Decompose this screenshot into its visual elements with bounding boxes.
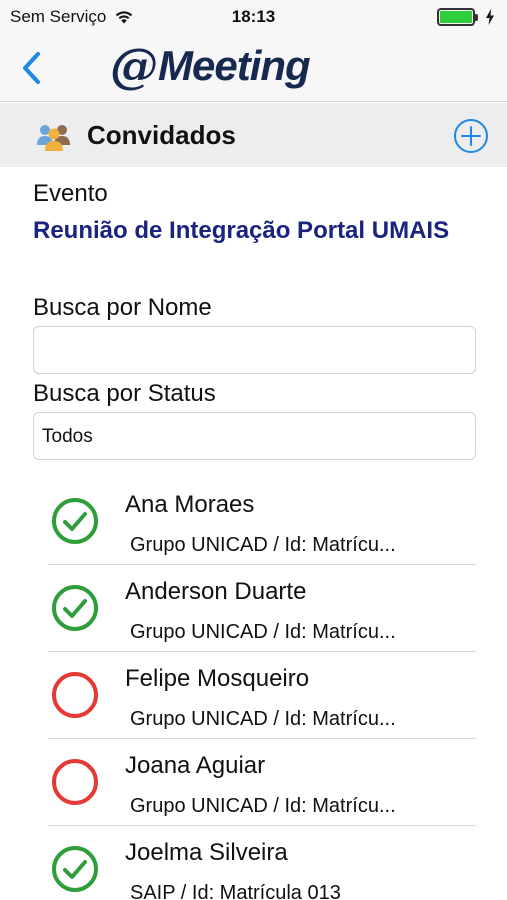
guest-row[interactable]: Joana Aguiar Grupo UNICAD / Id: Matrícu.…	[0, 739, 507, 826]
guest-name: Anderson Duarte	[125, 578, 307, 605]
empty-circle-icon	[52, 759, 98, 805]
battery-nub	[475, 14, 478, 21]
people-group-icon	[37, 125, 70, 151]
guest-detail: Grupo UNICAD / Id: Matrícu...	[130, 534, 396, 556]
logo-text: Meeting	[158, 42, 311, 89]
guest-row[interactable]: Joelma Silveira SAIP / Id: Matrícula 013	[0, 826, 507, 900]
guest-detail: Grupo UNICAD / Id: Matrícu...	[130, 795, 396, 817]
navigation-bar: @ Meeting	[0, 34, 507, 102]
guest-name: Joelma Silveira	[125, 839, 288, 866]
battery-icon	[437, 8, 478, 26]
guest-row[interactable]: Ana Moraes Grupo UNICAD / Id: Matrícu...	[0, 478, 507, 565]
guest-row[interactable]: Anderson Duarte Grupo UNICAD / Id: Matrí…	[0, 565, 507, 652]
battery-level	[440, 11, 472, 23]
name-search-label: Busca por Nome	[33, 294, 212, 321]
guest-detail: SAIP / Id: Matrícula 013	[130, 882, 341, 900]
logo-at-symbol: @	[110, 38, 158, 94]
chevron-left-icon	[23, 52, 40, 84]
event-label: Evento	[33, 180, 108, 207]
guest-name: Joana Aguiar	[125, 752, 266, 779]
status-search-value: Todos	[42, 426, 93, 447]
battery-area	[437, 8, 495, 26]
status-search-label: Busca por Status	[33, 380, 216, 407]
clock: 18:13	[231, 7, 276, 26]
name-search-input[interactable]	[34, 327, 475, 373]
guest-detail: Grupo UNICAD / Id: Matrícu...	[130, 621, 396, 643]
guest-name: Felipe Mosqueiro	[125, 665, 310, 692]
plus-circle-icon	[454, 119, 488, 153]
check-circle-icon	[52, 846, 98, 892]
check-circle-icon	[52, 585, 98, 631]
charging-bolt-icon	[486, 9, 494, 25]
section-header: Convidados	[0, 103, 507, 167]
add-guest-button[interactable]	[453, 118, 489, 154]
page-title: Convidados	[87, 120, 236, 150]
check-circle-icon	[52, 498, 98, 544]
guest-detail: Grupo UNICAD / Id: Matrícu...	[130, 708, 396, 730]
name-search-field	[33, 326, 476, 374]
guest-row[interactable]: Felipe Mosqueiro Grupo UNICAD / Id: Matr…	[0, 652, 507, 739]
status-search-select[interactable]: Todos	[33, 412, 476, 460]
app-logo: @ Meeting	[110, 38, 311, 94]
empty-circle-icon	[52, 672, 98, 718]
status-bar: Sem Serviço 18:13	[0, 0, 507, 34]
back-button[interactable]	[18, 50, 48, 86]
guest-name: Ana Moraes	[125, 491, 255, 518]
event-name: Reunião de Integração Portal UMAIS	[33, 217, 450, 244]
